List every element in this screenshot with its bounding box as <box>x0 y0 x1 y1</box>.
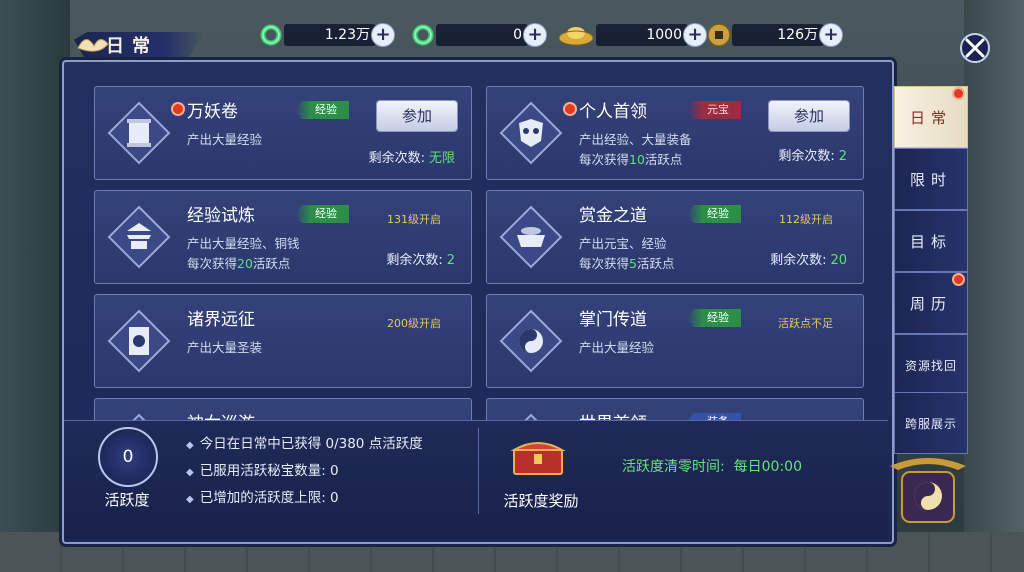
resource-jade-1: 1.23万 + <box>258 22 394 48</box>
taiji-icon <box>499 309 563 373</box>
activity-reward-label: 活跃度奖励 <box>503 492 579 510</box>
tab-limited[interactable]: 限时 <box>894 148 968 210</box>
tab-weekly-calendar[interactable]: 周历 <box>894 272 968 334</box>
reset-time: 活跃度清零时间: 每日00:00 <box>622 459 802 475</box>
info-line: ◆ 已服用活跃秘宝数量: 0 <box>186 463 339 479</box>
resource-jade-2: 0 + <box>410 22 546 48</box>
background-scenery-right <box>964 0 1024 572</box>
background-scenery-left <box>0 0 70 572</box>
add-resource-button[interactable]: + <box>820 24 842 46</box>
add-resource-button[interactable]: + <box>372 24 394 46</box>
activity-name: 个人首领 <box>579 102 647 122</box>
jade-ring-icon <box>410 22 436 48</box>
tab-daily[interactable]: 日常 <box>894 86 968 148</box>
tab-resource-recovery[interactable]: 资源找回 <box>894 334 968 396</box>
activity-name: 神女巡游 <box>187 409 255 420</box>
red-dot-indicator <box>954 89 963 98</box>
unlock-level: 112级开启 <box>779 213 833 226</box>
add-resource-button[interactable]: + <box>684 24 706 46</box>
close-icon <box>960 33 990 63</box>
resource-coin: 126万 + <box>706 22 842 48</box>
activity-name: 赏金之道 <box>579 206 647 226</box>
activity-points-value: 0 <box>98 427 158 487</box>
war-banner-icon <box>107 309 171 373</box>
info-line: ◆ 已增加的活跃度上限: 0 <box>186 490 339 506</box>
activity-desc: 产出大量圣装 <box>187 340 263 355</box>
activity-desc: 产出大量经验 <box>579 340 655 355</box>
activity-desc: 产出大量经验 <box>187 132 263 147</box>
remaining-count: 剩余次数: 20 <box>770 253 847 268</box>
lantern-ornament-icon <box>890 458 966 523</box>
treasure-bowl-icon <box>499 205 563 269</box>
remaining-count: 剩余次数: 2 <box>386 253 455 268</box>
reward-tag: 经验 <box>295 205 349 223</box>
resource-value: 126万 <box>732 24 824 46</box>
demon-mask-icon <box>524 413 538 420</box>
red-dot-indicator <box>954 275 963 284</box>
activity-points-label: 活跃度 <box>104 491 150 509</box>
jade-ring-icon <box>258 22 284 48</box>
activity-desc: 产出经验、大量装备 <box>579 132 692 147</box>
activity-name: 万妖卷 <box>187 102 238 122</box>
pagoda-icon <box>107 205 171 269</box>
reward-tag: 元宝 <box>687 101 741 119</box>
activity-card[interactable]: 掌门传道 经验 活跃点不足 产出大量经验 <box>486 294 864 388</box>
activity-points-gain: 每次获得20活跃点 <box>187 256 291 271</box>
reward-tag: 经验 <box>295 101 349 119</box>
tab-goals[interactable]: 目标 <box>894 210 968 272</box>
activity-name: 世界首领 <box>579 409 647 420</box>
red-dot-indicator <box>173 104 183 114</box>
coin-icon <box>706 22 732 48</box>
activity-card[interactable]: 万妖卷 经验 参加 产出大量经验 剩余次数: 无限 <box>94 86 472 180</box>
activity-points-gain: 每次获得10活跃点 <box>579 152 683 167</box>
divider <box>478 428 479 514</box>
activity-name: 掌门传道 <box>579 310 647 330</box>
tab-label: 日常 <box>909 108 952 127</box>
scroll-icon <box>132 413 146 420</box>
demon-mask-icon <box>499 101 563 165</box>
reward-tag: 经验 <box>687 309 741 327</box>
tab-label: 周历 <box>909 294 952 313</box>
activity-desc: 产出大量经验、铜钱 <box>187 236 300 251</box>
reward-tag: 装备 <box>687 413 741 420</box>
tab-cross-server[interactable]: 跨服展示 <box>894 392 968 454</box>
remaining-count: 剩余次数: 2 <box>778 149 847 164</box>
lotus-ornament-icon <box>77 39 109 52</box>
activity-card[interactable]: 经验试炼 经验 131级开启 产出大量经验、铜钱 每次获得20活跃点 剩余次数:… <box>94 190 472 284</box>
resource-value: 0 <box>436 24 528 46</box>
join-button[interactable]: 参加 <box>377 101 457 131</box>
unlock-level: 活跃点不足 <box>778 317 833 330</box>
add-resource-button[interactable]: + <box>524 24 546 46</box>
unlock-level: 131级开启 <box>387 213 441 226</box>
scroll-icon <box>107 101 171 165</box>
treasure-chest-icon[interactable] <box>510 436 566 476</box>
red-dot-indicator <box>565 104 575 114</box>
remaining-count: 剩余次数: 无限 <box>368 151 455 166</box>
activity-card[interactable]: 赏金之道 经验 112级开启 产出元宝、经验 每次获得5活跃点 剩余次数: 20 <box>486 190 864 284</box>
page-title: 日常 <box>106 36 158 57</box>
join-button[interactable]: 参加 <box>769 101 849 131</box>
resource-gold-ingot: 1000 + <box>556 22 706 48</box>
activity-name: 经验试炼 <box>187 206 255 226</box>
tab-label: 跨服展示 <box>904 416 957 431</box>
info-line: ◆ 今日在日常中已获得 0/380 点活跃度 <box>186 436 423 452</box>
activity-points-gain: 每次获得5活跃点 <box>579 256 675 271</box>
window-title: 日常 <box>74 26 204 60</box>
unlock-level: 200级开启 <box>387 317 441 330</box>
tab-label: 限时 <box>909 170 952 189</box>
activity-name: 诸界远征 <box>187 310 255 330</box>
reward-tag: 经验 <box>687 205 741 223</box>
activity-card[interactable]: 神女巡游 <box>94 398 472 420</box>
resource-value: 1.23万 <box>284 24 376 46</box>
close-button[interactable] <box>955 30 995 66</box>
activity-desc: 产出元宝、经验 <box>579 236 667 251</box>
activity-card[interactable]: 诸界远征 200级开启 产出大量圣装 <box>94 294 472 388</box>
tab-label: 目标 <box>909 232 952 251</box>
resource-value: 1000 <box>596 24 688 46</box>
activity-list: 万妖卷 经验 参加 产出大量经验 剩余次数: 无限 个人首领 元宝 参加 产出经验… <box>94 86 870 420</box>
gold-ingot-icon <box>556 22 596 48</box>
activity-card[interactable]: 世界首领 装备 <box>486 398 864 420</box>
activity-card[interactable]: 个人首领 元宝 参加 产出经验、大量装备 每次获得10活跃点 剩余次数: 2 <box>486 86 864 180</box>
tab-label: 资源找回 <box>904 358 957 373</box>
